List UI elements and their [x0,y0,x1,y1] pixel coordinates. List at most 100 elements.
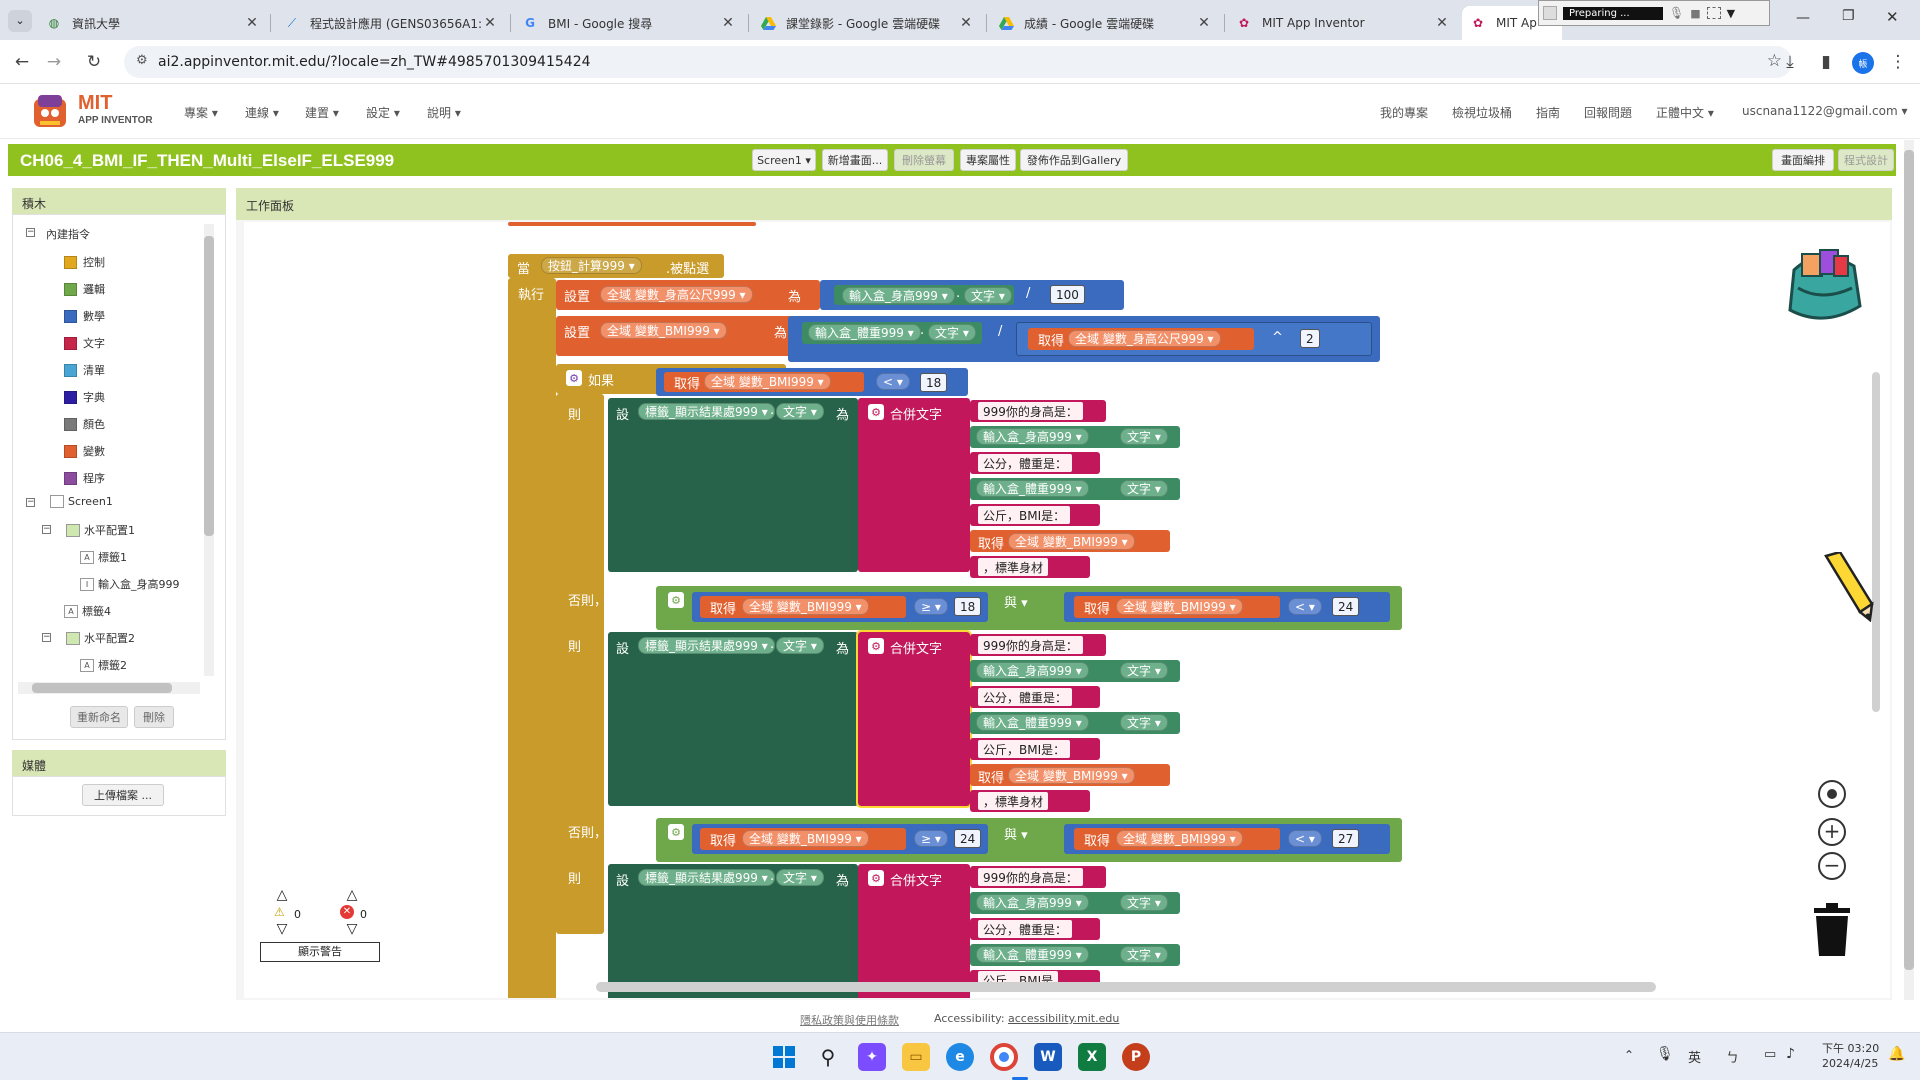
collapse-toggle[interactable]: − [42,633,51,642]
region-icon[interactable] [1706,7,1721,19]
gear-icon[interactable]: ⚙ [668,824,684,840]
builtin-7[interactable]: 變數 [64,443,105,459]
and-block-1[interactable]: ⚙ 取得 全域 變數_BMI999 ▾ ≥ ▾ 18 與 ▾ 取得 全域 變數_… [656,586,1402,630]
avatar[interactable]: 帳 [1852,52,1874,74]
event-block[interactable]: 當 按鈕_計算999 ▾ .被點選 [508,254,724,278]
builtin-3[interactable]: 文字 [64,335,105,351]
center-icon[interactable] [1818,780,1846,808]
page-scrollbar[interactable] [1904,140,1914,1000]
menu-guide[interactable]: 指南 [1536,104,1560,121]
menu-project[interactable]: 專案 ▾ [184,104,218,121]
chrome-icon[interactable] [990,1043,1018,1071]
gear-icon[interactable]: ⚙ [668,592,684,608]
zoom-in-icon[interactable]: + [1818,818,1846,846]
close-icon[interactable]: ✕ [1196,15,1212,31]
ime-icon[interactable]: ㄅ [1726,1047,1739,1066]
tab-search-button[interactable]: ⌄ [8,10,32,32]
stop-icon[interactable] [1543,6,1557,20]
reload-button[interactable]: ↻ [80,48,108,76]
collapse-toggle[interactable]: − [26,228,35,237]
blocks-button[interactable]: 程式設計 [1838,149,1894,171]
gear-icon[interactable]: ⚙ [868,638,884,654]
tree-hlayout1[interactable]: 水平配置1 [66,522,135,538]
project-properties-button[interactable]: 專案屬性 [960,149,1016,171]
sidepanel-icon[interactable]: ▮ [1812,48,1840,76]
tab-1[interactable]: ◍ 資訊大學 ✕ [38,6,268,40]
join-block[interactable]: ⚙ 合併文字 [858,398,970,572]
divide-block[interactable]: 輸入盒_身高999 ▾ . 文字 ▾ / 100 [820,280,1124,310]
tree-textbox-height[interactable]: I 輸入盒_身高999 [80,576,180,592]
set-label-block-3[interactable]: 設 標籤_顯示結果處999 ▾ . 文字 ▾ 為 [608,864,858,998]
minimize-button[interactable]: — [1796,10,1810,26]
close-icon[interactable]: ✕ [482,15,498,31]
menu-trash[interactable]: 檢視垃圾桶 [1452,104,1512,121]
dropdown-icon[interactable]: ▼ [1727,7,1735,20]
set-bmi-block[interactable]: 設置 全域 變數_BMI999 ▾ 為 [556,316,804,356]
screen-select[interactable]: Screen1 ▾ [752,149,816,171]
tab-5[interactable]: 成績 - Google 雲端硬碟 ✕ [990,6,1220,40]
start-icon[interactable] [770,1043,798,1071]
restore-button[interactable]: ❐ [1842,8,1855,24]
error-next-icon[interactable]: ▽ [340,922,364,936]
menu-my-projects[interactable]: 我的專案 [1380,104,1428,121]
error-prev-icon[interactable]: △ [340,888,364,902]
close-icon[interactable]: ✕ [720,15,736,31]
tab-6[interactable]: ✿ MIT App Inventor ✕ [1228,6,1458,40]
gear-icon[interactable]: ⚙ [566,370,582,386]
collapse-toggle[interactable]: − [26,498,35,507]
close-icon[interactable]: ✕ [1434,15,1450,31]
button-dropdown[interactable]: 按鈕_計算999 ▾ [541,257,642,274]
privacy-link[interactable]: 隱私政策與使用條款 [800,1012,899,1028]
upload-button[interactable]: 上傳檔案 ... [82,784,164,806]
powerpoint-icon[interactable]: P [1122,1043,1150,1071]
camera-icon[interactable]: ■ [1690,7,1700,20]
and-block-2[interactable]: ⚙ 取得 全域 變數_BMI999 ▾ ≥ ▾ 24 與 ▾ 取得 全域 變數_… [656,818,1402,862]
builtin-group[interactable]: 內建指令 [46,226,90,242]
palette-scrollbar[interactable] [204,224,214,676]
word-icon[interactable]: W [1034,1043,1062,1071]
menu-settings[interactable]: 設定 ▾ [366,104,400,121]
close-icon[interactable]: ✕ [244,15,260,31]
menu-build[interactable]: 建置 ▾ [305,104,339,121]
delete-button[interactable]: 刪除 [134,706,174,728]
tree-screen1[interactable]: Screen1 [50,495,113,508]
tree-label2[interactable]: A 標籤2 [80,657,127,673]
tree-hlayout2[interactable]: 水平配置2 [66,630,135,646]
palette-hscrollbar[interactable] [18,682,200,694]
file-explorer-icon[interactable]: ▭ [902,1043,930,1071]
copilot-icon[interactable]: ✦ [858,1043,886,1071]
add-screen-button[interactable]: 新增畫面... [822,149,888,171]
join-block-selected[interactable]: ⚙ 合併文字 [856,630,972,808]
back-button[interactable]: ← [8,48,36,76]
site-info-icon[interactable]: ⚙ [136,53,148,68]
network-icon[interactable]: ▭ [1764,1047,1776,1062]
backpack-icon[interactable] [1774,236,1864,326]
appinventor-logo-icon[interactable] [28,91,72,131]
tree-label4[interactable]: A 標籤4 [64,603,111,619]
mic-icon[interactable]: 🎙 [1669,6,1684,20]
gear-icon[interactable]: ⚙ [868,870,884,886]
accessibility-link[interactable]: accessibility.mit.edu [1008,1012,1119,1025]
trash-icon[interactable] [1810,902,1854,958]
excel-icon[interactable]: X [1078,1043,1106,1071]
search-icon[interactable]: ⚲ [814,1043,842,1071]
builtin-0[interactable]: 控制 [64,254,105,270]
set-label-block[interactable]: 設 標籤_顯示結果處999 ▾ . 文字 ▾ 為 [608,398,858,572]
address-bar[interactable]: ⚙ ai2.appinventor.mit.edu/?locale=zh_TW#… [124,46,1792,78]
workspace-hscrollbar[interactable] [596,982,1656,992]
tab-2[interactable]: ⟋ 程式設計應用 (GENS03656A1: ✕ [276,6,506,40]
tree-label1[interactable]: A 標籤1 [80,549,127,565]
menu-connect[interactable]: 連線 ▾ [245,104,279,121]
publish-gallery-button[interactable]: 發佈作品到Gallery [1020,149,1128,171]
builtin-2[interactable]: 數學 [64,308,105,324]
window-close-button[interactable]: ✕ [1886,8,1899,26]
tab-3[interactable]: G BMI - Google 搜尋 ✕ [514,6,744,40]
close-icon[interactable]: ✕ [958,15,974,31]
builtin-8[interactable]: 程序 [64,470,105,486]
edge-icon[interactable]: e [946,1043,974,1071]
math-block[interactable]: 輸入盒_體重999 ▾ . 文字 ▾ / 取得 全域 變數_身高公尺999 ▾ … [788,316,1380,362]
menu-language[interactable]: 正體中文 ▾ [1656,104,1714,121]
menu-report[interactable]: 回報問題 [1584,104,1632,121]
forward-button[interactable]: → [40,48,68,76]
builtin-5[interactable]: 字典 [64,389,105,405]
